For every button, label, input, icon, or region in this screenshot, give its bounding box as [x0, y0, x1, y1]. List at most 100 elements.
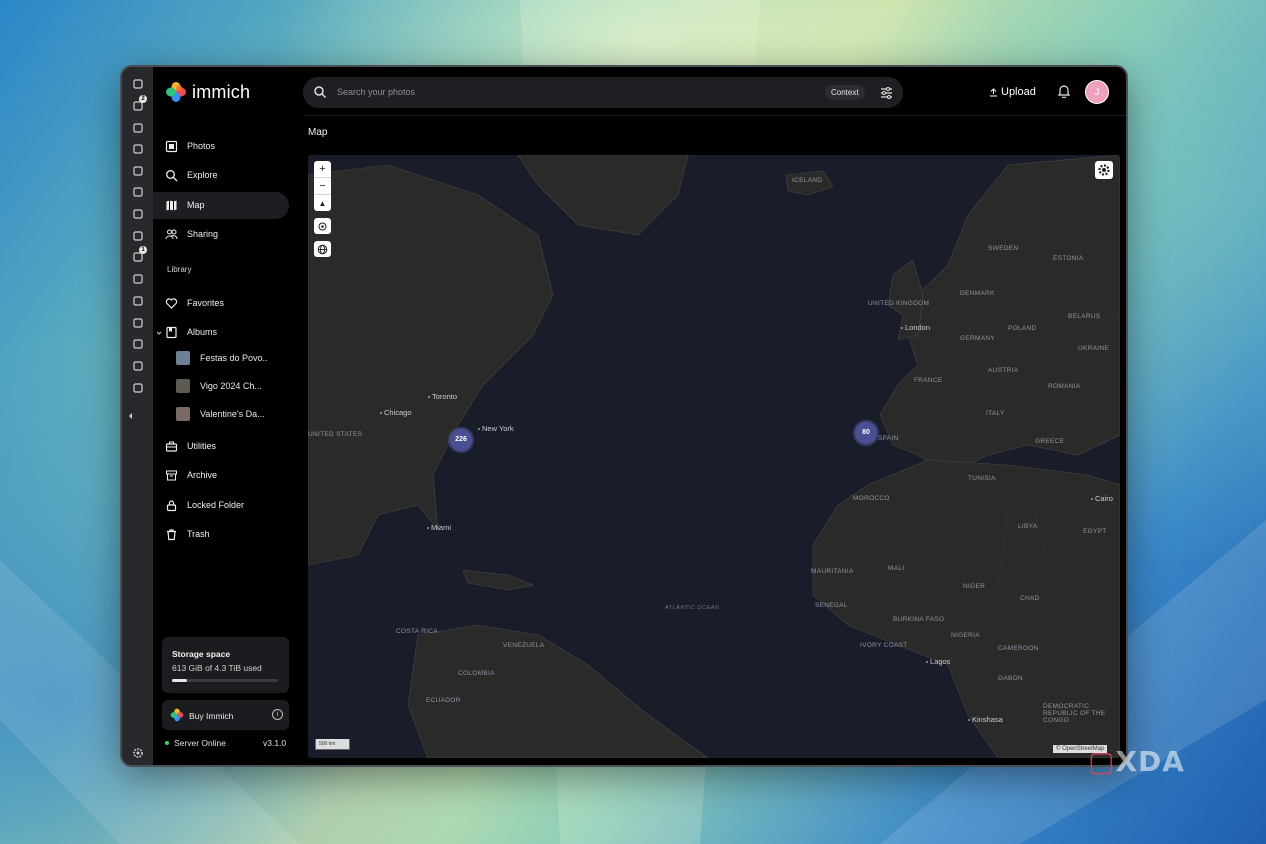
zoom-in-button[interactable]: + — [314, 161, 331, 178]
map-country-label: SPAIN — [878, 435, 899, 442]
map-city-label: Kinshasa — [968, 715, 1003, 724]
map-country-label: DEMOCRATIC REPUBLIC OF THE CONGO — [1043, 703, 1106, 724]
browser-window: 2 1 immich Search your photos Context Upl… — [122, 67, 1126, 765]
album-item[interactable]: Festas do Povo... — [153, 347, 289, 369]
photo-cluster-marker[interactable]: 80 — [855, 422, 877, 444]
map-country-label: MOROCCO — [853, 495, 890, 502]
upload-label: Upload — [1001, 86, 1036, 98]
sidebar-item-label: Map — [187, 199, 205, 210]
album-thumbnail — [176, 351, 190, 365]
gear-icon — [1098, 164, 1110, 176]
map-country-label: ITALY — [986, 410, 1005, 417]
map-country-label: GABON — [998, 675, 1023, 682]
explore-icon — [166, 170, 178, 182]
compass-button[interactable]: ▲ — [314, 195, 331, 211]
sidebar-item-label: Favorites — [187, 298, 225, 308]
sidebar-item-archive[interactable]: Archive — [153, 462, 289, 489]
chat-icon[interactable] — [131, 229, 144, 242]
download-icon[interactable] — [131, 121, 144, 134]
bookmark-icon[interactable] — [131, 77, 144, 90]
badge-count: 2 — [139, 95, 147, 103]
city-name: Chicago — [384, 408, 412, 417]
sidebar-item-photos[interactable]: Photos — [153, 133, 289, 160]
ocean-label: ATLANTIC OCEAN — [665, 605, 720, 611]
albums-icon — [166, 326, 177, 339]
city-dot — [968, 719, 970, 722]
info-icon[interactable]: i — [272, 709, 283, 720]
context-search-toggle[interactable]: Context — [825, 85, 865, 100]
city-name: Miami — [431, 523, 451, 532]
map-country-label: AUSTRIA — [988, 367, 1019, 374]
map-country-label: CHAD — [1020, 595, 1040, 602]
storage-panel[interactable]: Storage space 613 GiB of 4.3 TiB used — [162, 637, 289, 693]
zoom-controls: + − ▲ — [314, 161, 331, 211]
city-name: New York — [482, 424, 514, 433]
sidebar-item-label: Photos — [187, 141, 216, 151]
chevron-down-icon[interactable] — [156, 330, 162, 336]
sidebar-item-explore[interactable]: Explore — [153, 162, 289, 189]
sidebar-item-label: Locked Folder — [187, 499, 245, 510]
album-item[interactable]: Vigo 2024 Ch... — [153, 375, 289, 397]
add-panel-icon[interactable] — [131, 381, 144, 394]
search-input[interactable]: Search your photos — [337, 87, 415, 97]
sidebar-item-map[interactable]: Map — [153, 191, 289, 219]
reddit-icon[interactable] — [131, 316, 144, 329]
immich-app: immich Search your photos Context Upload… — [153, 67, 1126, 765]
sidebar-item-favorites[interactable]: Favorites — [153, 290, 289, 317]
city-name: Cairo — [1095, 494, 1113, 503]
edit-icon[interactable] — [131, 164, 144, 177]
map-settings-button[interactable] — [1095, 161, 1113, 179]
map-scale: 500 km — [315, 739, 350, 750]
search-icon — [314, 86, 327, 99]
upload-button[interactable]: Upload — [989, 86, 1036, 98]
watermark-text: XDA — [1115, 745, 1185, 778]
search-bar[interactable]: Search your photos Context — [303, 77, 903, 108]
reader-icon[interactable] — [131, 337, 144, 350]
map-country-label: ESTONIA — [1053, 255, 1084, 262]
notes-icon[interactable]: 1 — [131, 246, 147, 263]
search-filter-icon[interactable] — [879, 85, 894, 100]
buy-immich-button[interactable]: Buy Immich i — [162, 700, 289, 730]
chart-icon[interactable] — [131, 185, 144, 198]
sidebar-item-utilities[interactable]: Utilities — [153, 433, 289, 460]
city-name: Toronto — [432, 392, 458, 401]
sidebar-item-albums[interactable]: Albums — [153, 319, 289, 346]
calendar-icon[interactable] — [131, 207, 144, 220]
zoom-out-button[interactable]: − — [314, 178, 331, 195]
sharing-icon — [165, 229, 178, 239]
sidebar-item-locked-folder[interactable]: Locked Folder — [153, 492, 289, 519]
album-item[interactable]: Valentine's Da... — [153, 403, 289, 425]
globe-view-button[interactable] — [314, 241, 331, 257]
sidebar-item-sharing[interactable]: Sharing — [153, 221, 289, 248]
map-country-label: BURKINA FASO — [893, 616, 945, 623]
user-avatar[interactable]: J — [1085, 80, 1109, 104]
photo-cluster-marker[interactable]: 226 — [450, 429, 472, 451]
immich-logo[interactable]: immich — [165, 81, 250, 103]
locate-me-button[interactable] — [314, 218, 331, 234]
sidebar-item-label: Trash — [187, 528, 210, 539]
map-country-label: UNITED STATES — [308, 431, 363, 438]
panel-settings-gear-icon[interactable] — [131, 746, 144, 759]
bluesky-icon[interactable] — [131, 294, 144, 307]
xda-logo-icon: ▢ — [1088, 745, 1116, 778]
header-divider — [303, 115, 1126, 116]
map-city-label: Chicago — [380, 408, 412, 417]
server-status-dot — [165, 741, 169, 745]
map-country-label: GREECE — [1035, 438, 1065, 445]
map-view[interactable]: ICELAND SWEDEN ESTONIA DENMARK UNITED KINGDO… — [308, 155, 1120, 758]
lock-icon — [166, 500, 177, 511]
shield-icon[interactable] — [131, 359, 144, 372]
history-icon[interactable] — [131, 142, 144, 155]
sidebar-item-trash[interactable]: Trash — [153, 521, 289, 548]
wallet-icon[interactable] — [131, 272, 144, 285]
collapse-panel-icon[interactable] — [124, 409, 137, 422]
map-country-label: MAURITANIA — [811, 568, 854, 575]
tabs-icon[interactable]: 2 — [131, 95, 147, 112]
utilities-icon — [165, 441, 178, 452]
library-section-label: Library — [167, 265, 192, 274]
notifications-bell-icon[interactable] — [1057, 84, 1071, 98]
map-country-label: UKRAINE — [1078, 345, 1109, 352]
map-country-label: COLOMBIA — [458, 670, 495, 677]
city-dot — [428, 396, 430, 399]
immich-small-logo-icon — [170, 708, 184, 722]
